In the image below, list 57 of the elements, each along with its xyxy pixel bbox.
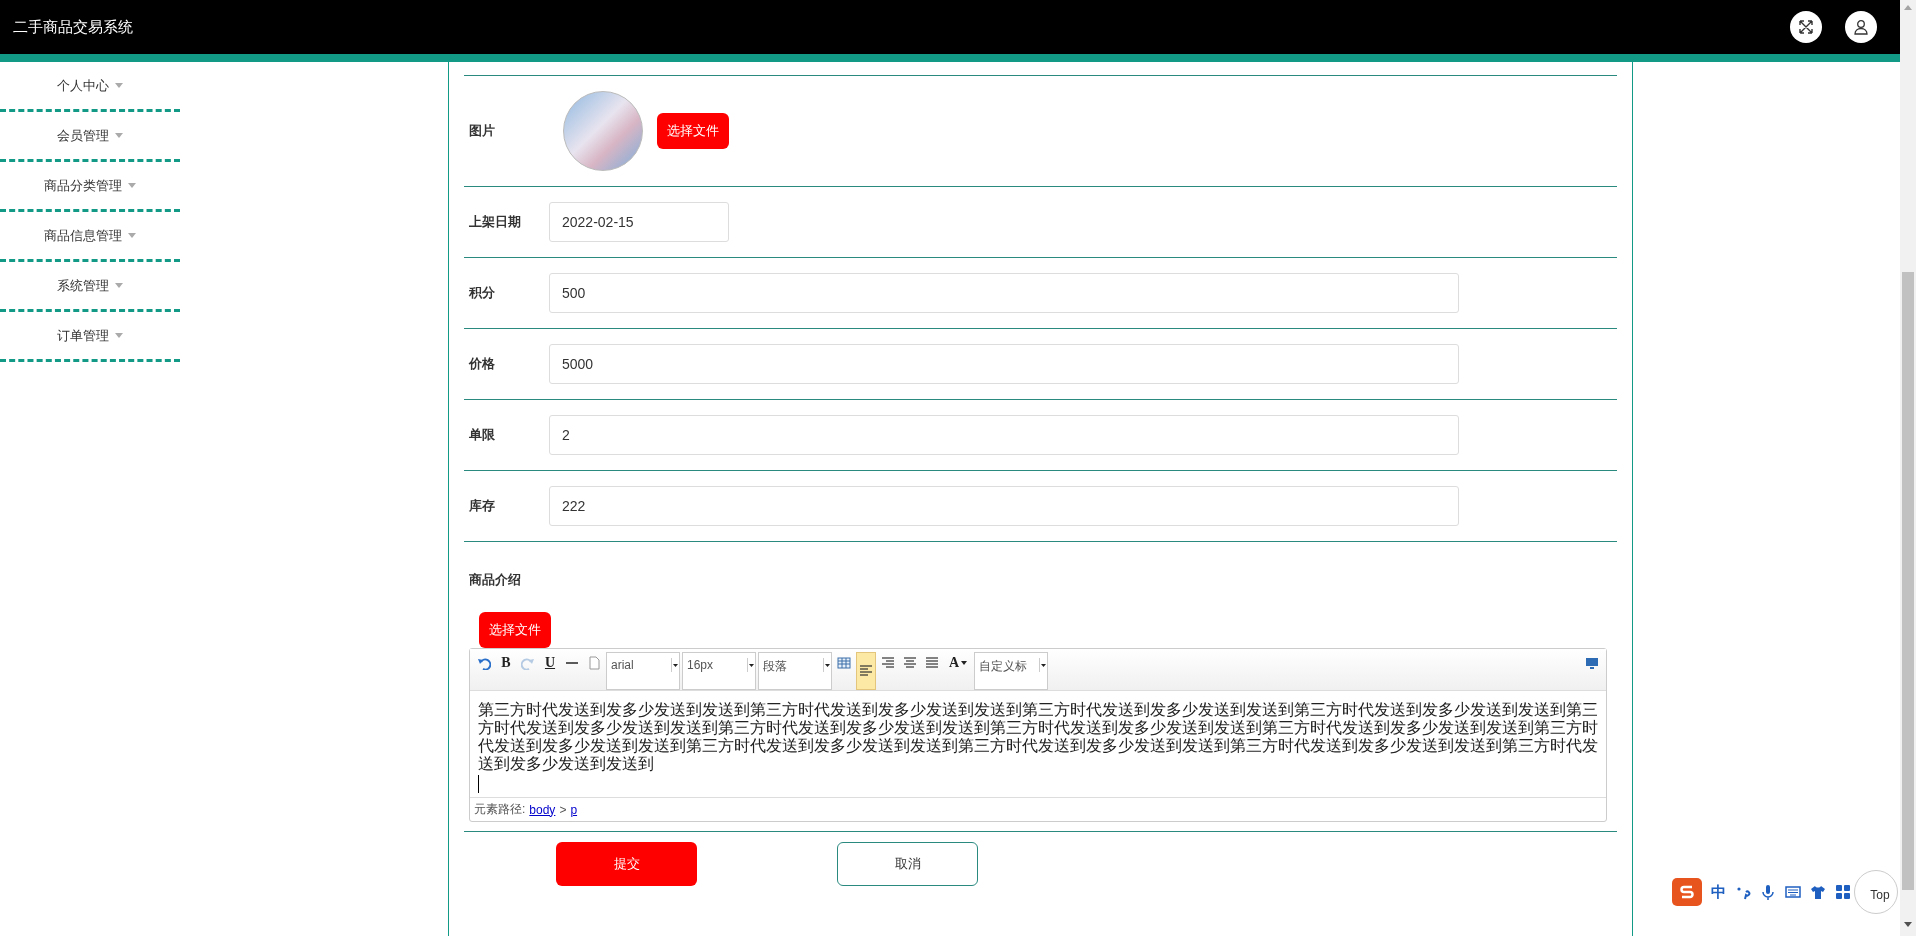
grid-icon[interactable] — [1835, 884, 1851, 900]
input-method-logo-icon[interactable] — [1672, 878, 1702, 906]
path-label: 元素路径: — [474, 801, 526, 818]
choose-file-button[interactable]: 选择文件 — [479, 612, 551, 648]
field-label: 商品介绍 — [469, 572, 522, 589]
field-label: 库存 — [468, 497, 496, 515]
bold-button[interactable]: B — [496, 652, 516, 674]
align-left-icon[interactable] — [856, 652, 876, 690]
dropdown[interactable]: arial — [606, 652, 680, 690]
caret-icon — [128, 233, 136, 238]
input-field[interactable]: 2 — [549, 415, 1459, 455]
user-icon[interactable] — [1845, 11, 1877, 43]
input-mode-toggle[interactable]: 中 — [1711, 882, 1726, 902]
submit-button[interactable]: 提交 — [556, 842, 697, 886]
sidebar-item[interactable]: 会员管理 — [0, 112, 180, 162]
caret-icon — [115, 333, 123, 338]
editor-text: 第三方时代发送到发多少发送到发送到第三方时代发送到发多少发送到发送到第三方时代发送到发多少发送到发送到第三方时代发送到发多少发送到发送到第三方时代发送到发多少发送到发送到第三方时代发送到发多少发送到发送到第三方时代发送到发多少发送到发送到第三方时代发送到发多少发送到发送到第三方时代发送到发多少发送到发送到第三方时代发送到发多少发送到发送到第三方时代发送到发多少发送到发送到第三方时代发送到发多少发送到发送到第三方时代发送到发多少发送到发送到 — [478, 701, 1598, 773]
sidebar-item[interactable]: 系统管理 — [0, 262, 180, 312]
back-to-top-button[interactable]: Top — [1854, 870, 1898, 914]
field-label: 上架日期 — [468, 213, 522, 231]
dropdown[interactable]: 段落 — [758, 652, 832, 690]
caret-icon — [115, 133, 123, 138]
fullscreen-icon[interactable] — [1790, 11, 1822, 43]
caret-icon — [749, 663, 754, 667]
path-link[interactable]: p — [570, 802, 578, 817]
keyboard-icon[interactable] — [1785, 884, 1801, 900]
caret-icon — [115, 83, 123, 88]
input-field[interactable]: 222 — [549, 486, 1459, 526]
underline-button[interactable]: U — [540, 652, 560, 674]
path-link[interactable]: body — [529, 802, 556, 817]
field-label: 价格 — [467, 355, 496, 373]
cancel-button[interactable]: 取消 — [837, 842, 978, 886]
shirt-icon[interactable] — [1810, 884, 1826, 900]
sidebar-item[interactable]: 个人中心 — [0, 62, 180, 112]
text-cursor — [478, 775, 479, 793]
sidebar-item[interactable]: 商品分类管理 — [0, 162, 180, 212]
caret-icon — [961, 661, 968, 665]
dropdown[interactable]: 16px — [682, 652, 756, 690]
caret-icon — [115, 283, 123, 288]
dropdown[interactable]: 自定义标 — [974, 652, 1048, 690]
field-label: 单限 — [468, 426, 496, 444]
field-label: 图片 — [468, 122, 496, 140]
input-field[interactable]: 500 — [549, 273, 1459, 313]
date-field[interactable]: 2022-02-15 — [549, 202, 729, 242]
microphone-icon[interactable] — [1760, 884, 1776, 900]
sidebar-item[interactable]: 订单管理 — [0, 312, 180, 362]
path-separator: > — [559, 802, 567, 817]
app-title: 二手商品交易系统 — [13, 17, 134, 37]
caret-icon — [825, 663, 830, 667]
caret-icon — [1041, 663, 1046, 667]
choose-file-button[interactable]: 选择文件 — [657, 113, 729, 149]
field-label: 积分 — [468, 284, 496, 302]
sidebar-item[interactable]: 商品信息管理 — [0, 212, 180, 262]
input-field[interactable]: 5000 — [549, 344, 1459, 384]
caret-icon — [128, 183, 136, 188]
font-color-button[interactable]: A — [944, 652, 972, 674]
caret-icon — [673, 663, 678, 667]
